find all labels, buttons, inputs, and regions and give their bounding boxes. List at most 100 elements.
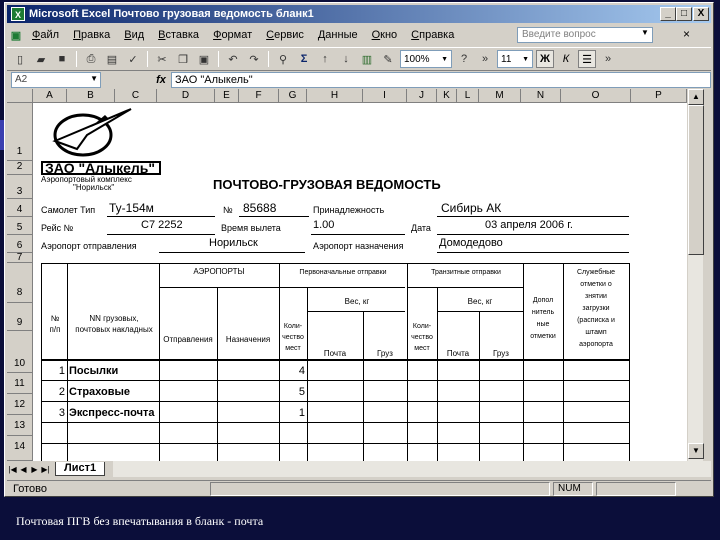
first-sheet-icon[interactable]: |◀ (7, 465, 18, 474)
column-header-f[interactable]: F (239, 89, 279, 103)
prev-sheet-icon[interactable]: ◀ (18, 465, 29, 474)
sort-ascending-icon[interactable]: ↑ (316, 50, 334, 68)
drawing-icon[interactable]: ✎ (379, 50, 397, 68)
align-center-icon[interactable]: ☰ (578, 50, 596, 68)
row-header-4[interactable]: 4 (7, 199, 33, 217)
tab-sheet1[interactable]: Лист1 (55, 462, 106, 476)
row-header-3[interactable]: 3 (7, 175, 33, 199)
scroll-thumb[interactable] (688, 105, 704, 255)
column-header-h[interactable]: H (307, 89, 363, 103)
scroll-down-icon[interactable]: ▼ (688, 443, 704, 459)
destination-airport-value[interactable]: Домодедово (439, 237, 503, 249)
autosum-icon[interactable]: Σ (295, 50, 313, 68)
redo-icon[interactable]: ↷ (245, 50, 263, 68)
row-header-6[interactable]: 6 (7, 235, 33, 253)
owner-value[interactable]: Сибирь АК (441, 201, 501, 215)
row-header-14[interactable]: 14 (7, 436, 33, 461)
company-name-cell[interactable]: ЗАО "Алыкель" (41, 161, 161, 175)
next-sheet-icon[interactable]: ▶ (29, 465, 40, 474)
row-2-name[interactable]: Страховые (69, 386, 130, 398)
column-header-e[interactable]: E (215, 89, 239, 103)
copy-icon[interactable]: ❐ (174, 50, 192, 68)
spelling-icon[interactable]: ✓ (124, 50, 142, 68)
column-header-b[interactable]: B (67, 89, 115, 103)
help-icon[interactable]: ? (455, 50, 473, 68)
row-3-count[interactable]: 1 (279, 407, 305, 419)
row-3-name[interactable]: Экспресс-почта (69, 407, 155, 419)
menu-edit[interactable]: Правка (66, 29, 117, 41)
minimize-button[interactable]: _ (660, 7, 676, 21)
row-header-8[interactable]: 8 (7, 263, 33, 303)
column-header-l[interactable]: L (457, 89, 479, 103)
print-icon[interactable]: ⎙ (82, 50, 100, 68)
scroll-up-icon[interactable]: ▲ (688, 89, 704, 105)
column-header-c[interactable]: C (115, 89, 157, 103)
departure-time-value[interactable]: 1.00 (313, 219, 334, 231)
flight-value[interactable]: С7 2252 (141, 219, 183, 231)
fx-icon[interactable]: fx (151, 74, 171, 86)
paste-icon[interactable]: ▣ (195, 50, 213, 68)
hyperlink-icon[interactable]: ⚲ (274, 50, 292, 68)
column-header-n[interactable]: N (521, 89, 561, 103)
row-header-9[interactable]: 9 (7, 303, 33, 331)
column-header-p[interactable]: P (631, 89, 687, 103)
horizontal-scrollbar[interactable] (113, 461, 711, 477)
departure-airport-value[interactable]: Норильск (209, 237, 258, 249)
menu-insert[interactable]: Вставка (151, 29, 206, 41)
menu-window[interactable]: Окно (365, 29, 405, 41)
chart-wizard-icon[interactable]: ▥ (358, 50, 376, 68)
column-header-i[interactable]: I (363, 89, 407, 103)
column-header-j[interactable]: J (407, 89, 437, 103)
new-icon[interactable]: ▯ (11, 50, 29, 68)
date-value[interactable]: 03 апреля 2006 г. (485, 219, 573, 231)
vertical-scrollbar[interactable]: ▲ ▼ (687, 89, 704, 461)
row-header-7[interactable]: 7 (7, 253, 33, 263)
cut-icon[interactable]: ✂ (153, 50, 171, 68)
help-dropdown-icon[interactable]: ▼ (641, 28, 649, 37)
undo-icon[interactable]: ↶ (224, 50, 242, 68)
column-header-o[interactable]: O (561, 89, 631, 103)
document-close-button[interactable]: × (683, 27, 690, 41)
font-size-select[interactable]: 11 ▼ (497, 50, 533, 68)
row-2-number[interactable]: 2 (43, 386, 65, 398)
column-header-d[interactable]: D (157, 89, 215, 103)
menu-format[interactable]: Формат (206, 29, 259, 41)
row-header-5[interactable]: 5 (7, 217, 33, 235)
column-header-m[interactable]: M (479, 89, 521, 103)
select-all-corner[interactable] (7, 89, 33, 103)
maximize-button[interactable]: □ (676, 7, 692, 21)
row-2-count[interactable]: 5 (279, 386, 305, 398)
sort-descending-icon[interactable]: ↓ (337, 50, 355, 68)
save-icon[interactable]: ■ (53, 50, 71, 68)
formula-input[interactable]: ЗАО "Алыкель" (171, 72, 711, 88)
last-sheet-icon[interactable]: ▶| (40, 465, 51, 474)
aircraft-number-value[interactable]: 85688 (243, 201, 276, 215)
italic-button[interactable]: К (557, 50, 575, 68)
help-question-input[interactable]: Введите вопрос (517, 27, 653, 43)
menu-view[interactable]: Вид (117, 29, 151, 41)
column-header-g[interactable]: G (279, 89, 307, 103)
row-header-12[interactable]: 12 (7, 394, 33, 415)
aircraft-type-value[interactable]: Ту-154м (109, 201, 154, 215)
toolbar-options-icon[interactable]: » (476, 50, 494, 68)
row-header-10[interactable]: 10 (7, 331, 33, 373)
row-1-number[interactable]: 1 (43, 365, 65, 377)
name-box[interactable]: A2 ▼ (11, 72, 101, 88)
bold-button[interactable]: Ж (536, 50, 554, 68)
toolbar-options-icon[interactable]: » (599, 50, 617, 68)
menu-data[interactable]: Данные (311, 29, 365, 41)
row-1-name[interactable]: Посылки (69, 365, 118, 377)
print-preview-icon[interactable]: ▤ (103, 50, 121, 68)
row-3-number[interactable]: 3 (43, 407, 65, 419)
menu-tools[interactable]: Сервис (259, 29, 311, 41)
zoom-select[interactable]: 100% ▼ (400, 50, 452, 68)
row-header-13[interactable]: 13 (7, 415, 33, 436)
menu-file[interactable]: Файл (25, 29, 66, 41)
menu-help[interactable]: Справка (404, 29, 461, 41)
column-header-a[interactable]: A (33, 89, 67, 103)
row-1-count[interactable]: 4 (279, 365, 305, 377)
row-header-11[interactable]: 11 (7, 373, 33, 394)
close-button[interactable]: X (693, 7, 709, 21)
open-icon[interactable]: ▰ (32, 50, 50, 68)
row-header-1[interactable]: 1 (7, 103, 33, 161)
